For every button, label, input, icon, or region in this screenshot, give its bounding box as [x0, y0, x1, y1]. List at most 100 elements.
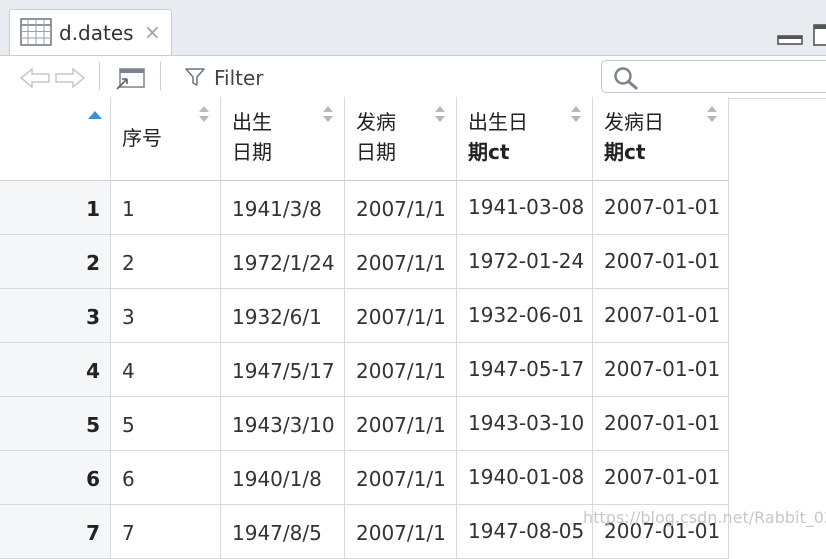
cell-text: 2007/1/1 [356, 413, 446, 437]
cell-text: 2007/1/1 [356, 305, 446, 329]
cell-birth-date[interactable]: 1941/3/8 [221, 181, 345, 235]
cell-text: 1972/1/24 [232, 251, 335, 275]
column-header-index[interactable] [0, 97, 111, 181]
cell-text: 1932-06-01 [468, 303, 585, 327]
filter-icon[interactable] [184, 66, 206, 88]
cell-text: 5 [86, 413, 100, 437]
cell-text: 1941/3/8 [232, 197, 322, 221]
cell-text: 1947/8/5 [232, 521, 322, 545]
cell-text: 1943/3/10 [232, 413, 335, 437]
cell-seq[interactable]: 4 [111, 343, 221, 397]
cell-birth-date[interactable]: 1943/3/10 [221, 397, 345, 451]
cell-onset-date-ct[interactable]: 2007-01-01 [593, 235, 729, 289]
cell-birth-date-ct[interactable]: 1947-08-05 [457, 505, 593, 559]
cell-text: 1972-01-24 [468, 249, 585, 273]
cell-text: 6 [122, 467, 135, 491]
cell-birth-date[interactable]: 1947/8/5 [221, 505, 345, 559]
cell-text: 2007-01-01 [604, 411, 721, 435]
cell-text: 1940/1/8 [232, 467, 322, 491]
cell-onset-date[interactable]: 2007/1/1 [345, 289, 457, 343]
cell-text: 1941-03-08 [468, 195, 585, 219]
sort-icon[interactable] [705, 104, 719, 124]
close-icon[interactable]: × [144, 21, 161, 43]
header-label: 序号 [122, 126, 162, 150]
cell-text: 1947-08-05 [468, 519, 585, 543]
cell-text: 2007-01-01 [604, 303, 721, 327]
cell-onset-date[interactable]: 2007/1/1 [345, 397, 457, 451]
cell-text: 2 [86, 251, 100, 275]
sort-ascending-icon[interactable] [87, 110, 103, 120]
header-label: 发病日 期ct [604, 110, 664, 164]
column-header-onset-date[interactable]: 发病 日期 [345, 97, 457, 181]
cell-onset-date-ct[interactable]: 2007-01-01 [593, 343, 729, 397]
popout-window-icon[interactable] [114, 65, 146, 91]
cell-onset-date[interactable]: 2007/1/1 [345, 181, 457, 235]
back-arrow-icon[interactable] [19, 67, 51, 89]
sort-icon[interactable] [321, 104, 335, 124]
cell-text: 1 [86, 197, 100, 221]
cell-text: 1932/6/1 [232, 305, 322, 329]
cell-text: 2007-01-01 [604, 465, 721, 489]
row-index[interactable]: 2 [0, 235, 111, 289]
cell-text: 3 [86, 305, 100, 329]
cell-birth-date[interactable]: 1972/1/24 [221, 235, 345, 289]
cell-text: 2007/1/1 [356, 359, 446, 383]
cell-birth-date-ct[interactable]: 1940-01-08 [457, 451, 593, 505]
cell-birth-date[interactable]: 1947/5/17 [221, 343, 345, 397]
cell-seq[interactable]: 6 [111, 451, 221, 505]
cell-birth-date[interactable]: 1940/1/8 [221, 451, 345, 505]
toolbar: Filter [0, 56, 826, 99]
row-index[interactable]: 6 [0, 451, 111, 505]
search-input[interactable] [601, 60, 826, 93]
row-index[interactable]: 5 [0, 397, 111, 451]
cell-onset-date-ct[interactable]: 2007-01-01 [593, 181, 729, 235]
column-header-birth-date-ct[interactable]: 出生日 期ct [457, 97, 593, 181]
cell-onset-date-ct[interactable]: 2007-01-01 [593, 451, 729, 505]
cell-text: 1947-05-17 [468, 357, 585, 381]
filter-button[interactable]: Filter [214, 66, 264, 90]
cell-text: 7 [122, 521, 135, 545]
sort-icon[interactable] [569, 104, 583, 124]
tab-strip: d.dates × [0, 0, 826, 56]
maximize-icon[interactable] [812, 24, 826, 46]
column-header-seq[interactable]: 序号 [111, 97, 221, 181]
sort-icon[interactable] [433, 104, 447, 124]
cell-onset-date[interactable]: 2007/1/1 [345, 505, 457, 559]
cell-seq[interactable]: 1 [111, 181, 221, 235]
minimize-icon[interactable] [777, 24, 803, 46]
cell-seq[interactable]: 2 [111, 235, 221, 289]
cell-seq[interactable]: 3 [111, 289, 221, 343]
cell-text: 2007/1/1 [356, 467, 446, 491]
header-label: 发病 日期 [356, 110, 396, 164]
cell-text: 7 [86, 521, 100, 545]
toolbar-divider [160, 62, 161, 90]
cell-onset-date-ct[interactable]: 2007-01-01 [593, 397, 729, 451]
column-header-onset-date-ct[interactable]: 发病日 期ct [593, 97, 729, 181]
cell-text: 1947/5/17 [232, 359, 335, 383]
forward-arrow-icon[interactable] [54, 67, 86, 89]
sort-icon[interactable] [197, 104, 211, 124]
cell-text: 2007-01-01 [604, 357, 721, 381]
cell-birth-date-ct[interactable]: 1947-05-17 [457, 343, 593, 397]
row-index[interactable]: 4 [0, 343, 111, 397]
cell-text: 5 [122, 413, 135, 437]
cell-seq[interactable]: 5 [111, 397, 221, 451]
row-index[interactable]: 7 [0, 505, 111, 559]
cell-birth-date[interactable]: 1932/6/1 [221, 289, 345, 343]
watermark: https://blog.csdn.net/Rabbit_0221 [583, 508, 826, 527]
cell-onset-date[interactable]: 2007/1/1 [345, 343, 457, 397]
cell-text: 4 [86, 359, 100, 383]
column-header-birth-date[interactable]: 出生 日期 [221, 97, 345, 181]
cell-text: 1 [122, 197, 135, 221]
cell-birth-date-ct[interactable]: 1932-06-01 [457, 289, 593, 343]
cell-onset-date[interactable]: 2007/1/1 [345, 451, 457, 505]
cell-onset-date-ct[interactable]: 2007-01-01 [593, 289, 729, 343]
cell-onset-date[interactable]: 2007/1/1 [345, 235, 457, 289]
cell-birth-date-ct[interactable]: 1941-03-08 [457, 181, 593, 235]
row-index[interactable]: 1 [0, 181, 111, 235]
cell-seq[interactable]: 7 [111, 505, 221, 559]
cell-birth-date-ct[interactable]: 1943-03-10 [457, 397, 593, 451]
row-index[interactable]: 3 [0, 289, 111, 343]
tab-d-dates[interactable]: d.dates × [9, 9, 172, 55]
cell-birth-date-ct[interactable]: 1972-01-24 [457, 235, 593, 289]
